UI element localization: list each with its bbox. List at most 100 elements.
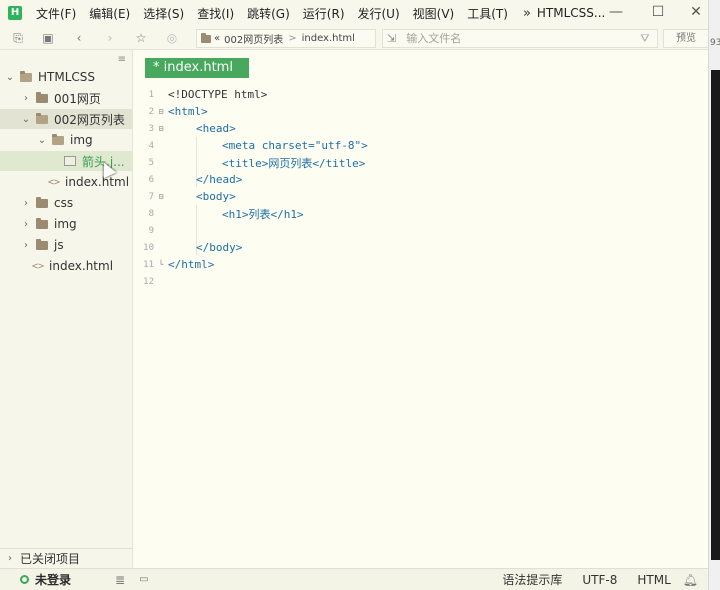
toolbar: ⎘ ▣ ‹ › ☆ ◎ « 002网页列表 > index.html ⇲ ⛛ 预… [0,26,709,50]
back-arrow-icon[interactable]: ‹ [72,31,86,45]
window-title: HTMLCSS... [536,6,606,20]
tree-item-label: index.html [65,175,130,189]
code-text: <!DOCTYPE html> [168,88,268,101]
file-search-input[interactable] [406,32,627,45]
chevron-right-icon[interactable]: › [20,198,32,209]
tree-item-label: 002网页列表 [54,112,125,127]
code-line: 5 <title>网页列表</title> [134,154,366,171]
menu-goto[interactable]: 跳转(G) [247,5,290,22]
tree-item-002[interactable]: ⌄ 002网页列表 [0,109,132,129]
code-text: <h1>列表</h1> [222,207,304,221]
notification-bell-icon[interactable]: 🔔︎ [683,573,698,587]
file-search-box[interactable]: ⇲ ⛛ [382,29,658,48]
tree-project[interactable]: ⌄ HTMLCSS [0,67,132,87]
title-menu-bar: H 文件(F) 编辑(E) 选择(S) 查找(I) 跳转(G) 运行(R) 发行… [0,0,708,26]
tree-item-css[interactable]: › css [0,193,132,213]
breadcrumb-folder[interactable]: 002网页列表 [224,31,283,46]
menu-more-chevron-icon[interactable]: » [523,6,531,21]
background-window-edge: 93 [708,0,720,590]
filter-icon[interactable]: ⛛ [640,32,649,46]
fold-icon[interactable]: ⊟ [154,124,168,133]
chevron-right-icon[interactable]: › [20,240,32,251]
fold-icon[interactable]: ⊟ [154,192,168,201]
line-number: 7 [148,191,154,202]
login-status[interactable]: 未登录 [20,571,71,588]
preview-button[interactable]: 预览 [663,29,709,48]
code-text: <head> [196,122,236,135]
save-icon[interactable]: ▣ [41,31,55,45]
line-number: 10 [143,242,154,253]
tab-index-html[interactable]: * index.html [145,58,249,78]
menu-find[interactable]: 查找(I) [197,5,234,22]
forward-arrow-icon[interactable]: › [103,31,117,45]
tree-item-img-open[interactable]: ⌄ img [0,130,132,150]
close-icon[interactable]: ✕ [688,4,704,20]
line-number: 12 [143,276,154,287]
line-number: 5 [148,157,154,168]
edge-dark-panel [711,70,720,560]
encoding-indicator[interactable]: UTF-8 [582,573,617,587]
chevron-down-icon[interactable]: ⌄ [36,135,48,146]
tree-item-img[interactable]: › img [0,214,132,234]
menu-select[interactable]: 选择(S) [143,5,184,22]
breadcrumb-separator: > [288,33,297,44]
chevron-down-icon[interactable]: ⌄ [20,114,32,125]
menu-view[interactable]: 视图(V) [413,5,455,22]
tree-item-label: index.html [49,259,114,273]
tree-item-label: js [54,238,64,252]
code-text: <meta charset="utf-8"> [222,139,368,152]
code-line: 9 [134,222,168,239]
chevron-down-icon[interactable]: ⌄ [4,72,16,83]
tree-item-index-root[interactable]: <> index.html [0,256,132,276]
code-line: 7 ⊟ <body> [134,188,236,205]
line-number: 6 [148,174,154,185]
code-line: 4 <meta charset="utf-8"> [134,137,368,154]
code-line: 11 └ </html> [134,256,214,273]
code-editor[interactable]: * index.html 1 <!DOCTYPE html> 2 ⊟ <html>… [134,50,708,568]
chevron-right-icon[interactable]: › [4,553,16,564]
outline-icon[interactable]: ≣ [115,573,125,587]
code-line: 6 </head> [134,171,243,188]
sidebar-menu-icon[interactable]: ≡ [118,54,126,65]
tree-item-js[interactable]: › js [0,235,132,255]
tree-item-label: img [54,217,77,231]
language-indicator[interactable]: HTML [637,573,670,587]
new-file-icon[interactable]: ⎘ [11,31,25,45]
fold-icon[interactable]: ⊟ [154,107,168,116]
menu-publish[interactable]: 发行(U) [358,5,400,22]
maximize-icon[interactable]: ☐ [650,4,666,20]
line-number: 3 [148,123,154,134]
code-line: 10 </body> [134,239,242,256]
tree-item-label: HTMLCSS [38,70,96,84]
html-file-icon: <> [32,260,45,272]
project-sidebar: ≡ ⌄ HTMLCSS › 001网页 ⌄ 002网页列表 ⌄ img 箭头.j… [0,50,133,568]
login-status-icon [20,575,29,584]
menu-file[interactable]: 文件(F) [36,5,76,22]
image-file-icon [64,156,76,166]
syntax-hint-library[interactable]: 语法提示库 [502,571,562,588]
code-text: </head> [196,173,243,186]
minimize-icon[interactable]: — [608,4,624,20]
menu-run[interactable]: 运行(R) [303,5,345,22]
chevron-right-icon[interactable]: › [20,219,32,230]
terminal-icon[interactable]: ▭ [139,574,148,585]
code-line: 12 [134,273,168,290]
tree-item-001[interactable]: › 001网页 [0,88,132,108]
breadcrumb-file[interactable]: index.html [302,33,355,44]
star-icon[interactable]: ☆ [134,31,148,45]
line-number: 9 [148,225,154,236]
chevron-right-icon[interactable]: › [20,93,32,104]
breadcrumb: « 002网页列表 > index.html [196,29,376,48]
tree-item-index-sub[interactable]: <> index.html [0,172,132,192]
line-number: 11 [143,259,154,270]
breadcrumb-prefix[interactable]: « [214,33,220,44]
folder-open-icon [52,133,64,145]
edge-number: 93 [710,38,720,48]
menu-tools[interactable]: 工具(T) [467,5,508,22]
hbuilder-logo-icon: H [8,6,22,20]
menu-edit[interactable]: 编辑(E) [89,5,130,22]
closed-projects[interactable]: › 已关闭项目 [0,548,132,568]
code-text: <title>网页列表</title> [222,156,366,170]
play-icon[interactable]: ◎ [165,31,179,45]
status-bar: 未登录 ≣ ▭ 语法提示库 UTF-8 HTML 🔔︎ [0,568,708,590]
